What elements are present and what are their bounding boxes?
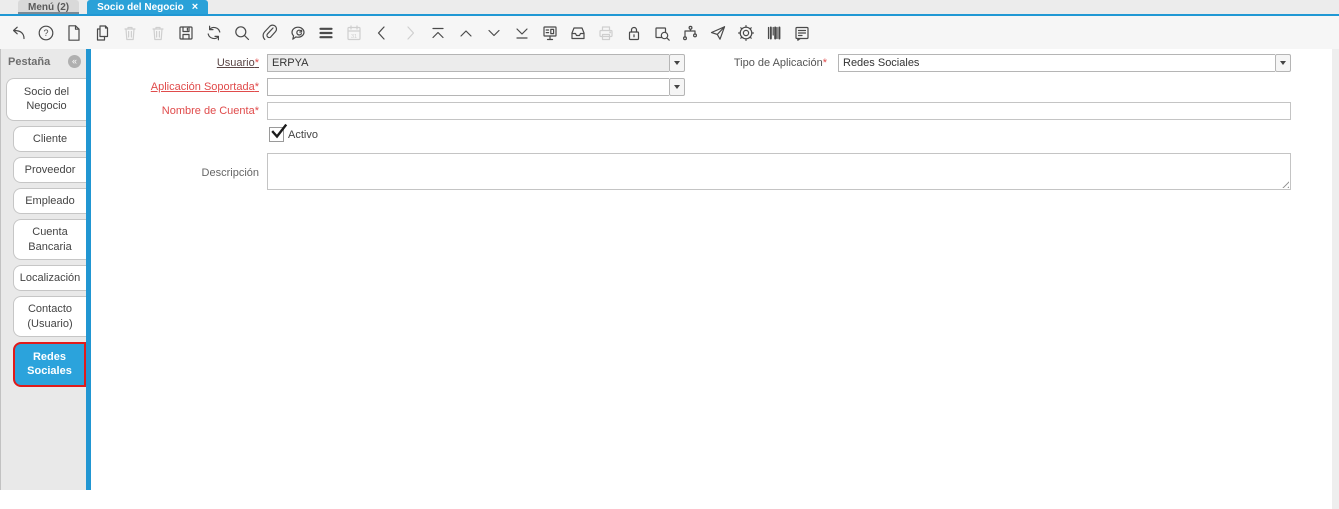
window-tab-menu-label: Menú (2) — [28, 1, 70, 13]
toolbar-previous-record-button[interactable] — [457, 24, 475, 42]
vertical-scrollbar[interactable] — [1332, 49, 1339, 509]
window-tab-menu[interactable]: Menú (2) — [18, 0, 80, 14]
toolbar-last-record-button[interactable] — [513, 24, 531, 42]
toolbar-workflow-button[interactable] — [681, 24, 699, 42]
activo-checkbox-row: Activo — [269, 123, 318, 142]
toolbar-refresh-button[interactable] — [205, 24, 223, 42]
toolbar-find-button[interactable] — [233, 24, 251, 42]
window-tab-socio-del-negocio[interactable]: Socio del Negocio × — [87, 0, 209, 14]
sidebar-tab-contacto-usuario[interactable]: Contacto (Usuario) — [13, 296, 86, 337]
toolbar-first-record-button[interactable] — [429, 24, 447, 42]
window-tab-bar: Menú (2) Socio del Negocio × — [0, 0, 1339, 16]
sidebar-header: Pestaña « — [1, 49, 86, 70]
aplicacion-soportada-label[interactable]: Aplicación Soportada* — [92, 81, 259, 93]
nombre-cuenta-label: Nombre de Cuenta* — [161, 105, 259, 117]
usuario-combobox[interactable]: ERPYA — [267, 54, 685, 72]
application-window: Menú (2) Socio del Negocio × ? 31 Pestaña… — [0, 0, 1339, 509]
descripcion-label: Descripción — [201, 167, 259, 179]
window-tab-socio-label: Socio del Negocio — [97, 1, 184, 13]
toolbar-undo-button[interactable] — [9, 24, 27, 42]
toolbar-preferences-button[interactable] — [737, 24, 755, 42]
toolbar-copy-record-button[interactable] — [93, 24, 111, 42]
usuario-label[interactable]: Usuario* — [92, 57, 259, 69]
descripcion-textarea[interactable] — [268, 154, 1290, 189]
svg-text:31: 31 — [351, 33, 357, 39]
descripcion-field-wrap — [267, 153, 1291, 190]
toolbar-delete-selection-button — [149, 24, 167, 42]
sidebar-tab-proveedor[interactable]: Proveedor — [13, 156, 86, 184]
toolbar-lock-button[interactable] — [625, 24, 643, 42]
tipo-aplicacion-combobox[interactable]: Redes Sociales — [838, 54, 1291, 72]
collapse-sidebar-icon[interactable]: « — [68, 55, 81, 68]
toolbar-detail-record-button — [401, 24, 419, 42]
chevron-down-icon — [1280, 61, 1286, 65]
toolbar-send-mail-button[interactable] — [709, 24, 727, 42]
aplicacion-soportada-dropdown-button[interactable] — [669, 78, 685, 96]
aplicacion-soportada-value[interactable] — [267, 78, 669, 96]
toolbar-comments-button[interactable] — [793, 24, 811, 42]
usuario-value[interactable]: ERPYA — [267, 54, 669, 72]
toolbar-parent-record-button[interactable] — [373, 24, 391, 42]
tab-sidebar: Pestaña « Socio del Negocio Cliente Provee… — [0, 49, 91, 490]
sidebar-header-label: Pestaña — [8, 55, 51, 68]
sidebar-tab-empleado[interactable]: Empleado — [13, 188, 86, 215]
toolbar-print-button — [597, 24, 615, 42]
toolbar-delete-record-button — [121, 24, 139, 42]
sidebar-tab-localizacion[interactable]: Localización — [13, 265, 86, 292]
toolbar-toggle-view-button[interactable] — [317, 24, 335, 42]
toolbar-new-record-button[interactable] — [65, 24, 83, 42]
toolbar-next-record-button[interactable] — [485, 24, 503, 42]
form-panel: Usuario* ERPYA Tipo de Aplicación* Redes… — [92, 49, 1332, 509]
aplicacion-soportada-combobox[interactable] — [267, 78, 685, 96]
nombre-cuenta-input[interactable] — [267, 102, 1291, 120]
tipo-aplicacion-label: Tipo de Aplicación* — [733, 57, 827, 69]
activo-label: Activo — [288, 128, 318, 141]
close-tab-icon[interactable]: × — [192, 2, 198, 13]
toolbar-archive-button[interactable] — [569, 24, 587, 42]
toolbar-zoom-across-button[interactable] — [653, 24, 671, 42]
toolbar: ? 31 — [0, 16, 1339, 49]
activo-checkbox[interactable] — [269, 123, 288, 142]
sidebar-tab-redes-sociales[interactable]: Redes Sociales — [13, 341, 86, 387]
chevron-down-icon — [674, 85, 680, 89]
toolbar-report-button[interactable] — [541, 24, 559, 42]
toolbar-chat-button[interactable] — [289, 24, 307, 42]
toolbar-help-button[interactable]: ? — [37, 24, 55, 42]
tipo-aplicacion-dropdown-button[interactable] — [1275, 54, 1291, 72]
sidebar-tab-cliente[interactable]: Cliente — [13, 125, 86, 152]
sidebar-tab-list: Socio del Negocio Cliente Proveedor Emplead… — [1, 78, 86, 387]
sidebar-tab-socio-del-negocio[interactable]: Socio del Negocio — [6, 78, 86, 121]
toolbar-barcode-button[interactable] — [765, 24, 783, 42]
sidebar-tab-cuenta-bancaria[interactable]: Cuenta Bancaria — [13, 219, 86, 261]
checkmark-icon — [271, 123, 288, 139]
svg-text:?: ? — [43, 28, 48, 38]
tipo-aplicacion-value[interactable]: Redes Sociales — [838, 54, 1275, 72]
toolbar-attachment-button[interactable] — [261, 24, 279, 42]
toolbar-calendar-button: 31 — [345, 24, 363, 42]
toolbar-save-button[interactable] — [177, 24, 195, 42]
